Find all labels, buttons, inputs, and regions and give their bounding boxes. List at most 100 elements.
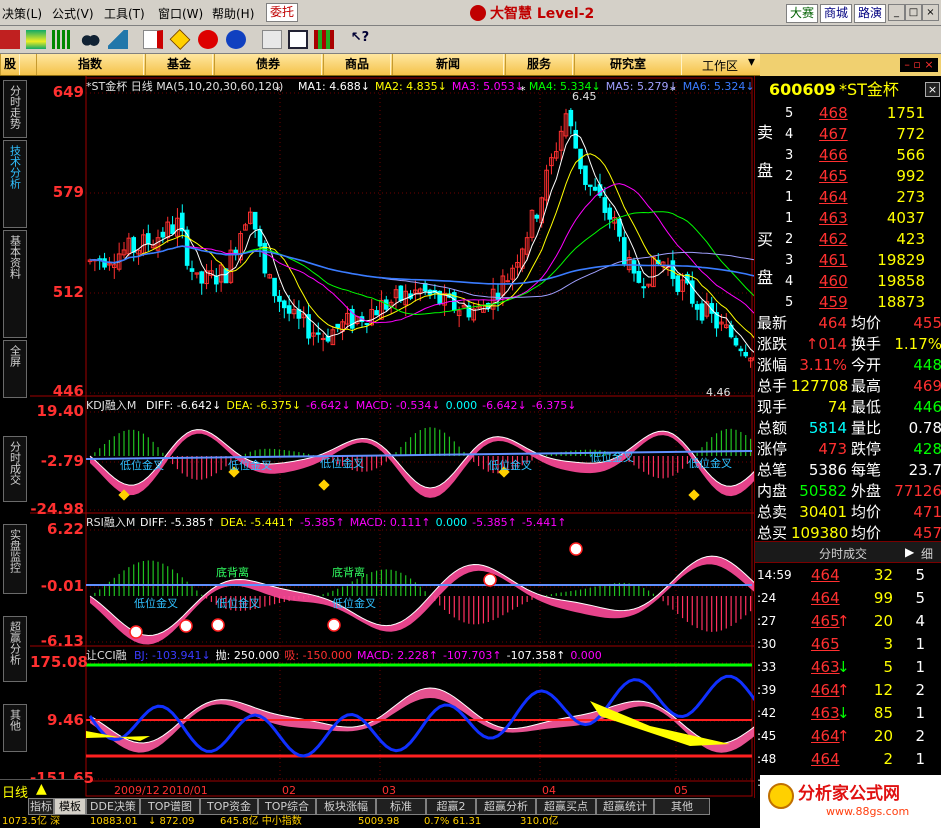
ma-line [89, 133, 754, 353]
bottom-tab[interactable]: 超赢分析 [476, 798, 536, 815]
trade-button[interactable]: 委托 [266, 3, 298, 22]
stock-red-icon[interactable] [198, 30, 218, 49]
tick-row: :24 464 99 5 [755, 588, 941, 609]
bottom-tab[interactable]: 超赢统计 [596, 798, 654, 815]
bottom-tab[interactable]: 超赢2 [426, 798, 476, 815]
signal-diamond [688, 489, 700, 501]
bottom-tab[interactable]: 模板 [54, 798, 86, 815]
quote-cell: 涨幅 [757, 356, 788, 374]
date-axis-tick: 04 [542, 784, 556, 797]
buy-level-row[interactable]: 5 459 18873 [755, 292, 941, 313]
chart-panel[interactable]: * * * *ST金杯 日线 MA(5,10,20,30,60,120) MA1: … [30, 76, 755, 798]
detail-button[interactable]: 细 [921, 545, 933, 562]
quote-cell: 464 [818, 314, 847, 332]
books-icon[interactable] [314, 30, 334, 49]
menu-help[interactable]: 帮助(H) [212, 5, 254, 22]
tab-fundamentals[interactable]: 基本资料 [3, 230, 27, 338]
legend-item: BJ: -103.941↓ [134, 649, 211, 662]
nav-commodity[interactable]: 商品 [323, 54, 391, 75]
maximize-icon[interactable]: □ [905, 4, 922, 21]
menu-window[interactable]: 窗口(W) [158, 5, 203, 22]
sell-level-row[interactable]: 3 466 566 [755, 145, 941, 166]
back-icon[interactable] [0, 30, 20, 49]
nav-service[interactable]: 服务 [505, 54, 573, 75]
panel-controls[interactable]: – ▫ × [900, 58, 938, 72]
ticks-header-label[interactable]: 分时成交 [819, 545, 867, 562]
tab-technical[interactable]: 技术分析 [3, 140, 27, 228]
workarea-label[interactable]: 工作区 [702, 57, 738, 74]
notice-icon[interactable] [143, 30, 163, 49]
tab-monitor[interactable]: 实盘监控 [3, 524, 27, 594]
nav-stock[interactable]: 股 [0, 54, 20, 75]
chevron-down-icon[interactable]: ▾ [748, 54, 755, 70]
stock-blue-icon[interactable] [226, 30, 246, 49]
sell-level-row[interactable]: 2 465 992 [755, 166, 941, 187]
mall-button[interactable]: 商城 [820, 4, 852, 23]
nav-bond[interactable]: 债券 [214, 54, 322, 75]
candle-body [617, 218, 622, 237]
minimize-icon[interactable]: _ [888, 4, 905, 21]
bottom-tab[interactable]: 标准 [376, 798, 426, 815]
bottom-tab[interactable]: 板块涨幅 [316, 798, 376, 815]
tab-analysis[interactable]: 超赢分析 [3, 616, 27, 682]
buy-level-row[interactable]: 4 460 19858 [755, 271, 941, 292]
quote-cell: 4037 [886, 209, 925, 227]
tab-monitor-label: 实盘监控 [8, 529, 22, 573]
indicator-ribbon [90, 429, 754, 498]
quote-cell: 换手 [851, 335, 882, 353]
nav-research[interactable]: 研究室 [574, 54, 682, 75]
candle-body [592, 186, 598, 191]
bottom-tab[interactable]: 超赢买点 [536, 798, 596, 815]
play-icon[interactable]: ▶ [905, 545, 914, 559]
sell-level-row[interactable]: 5 468 1751 [755, 103, 941, 124]
quote-cell: 14:59 [757, 568, 792, 582]
help-arrow-icon[interactable]: ↖? [350, 30, 370, 49]
bars-icon[interactable] [52, 30, 72, 49]
diamond-icon[interactable] [169, 29, 191, 50]
speaker-icon[interactable] [108, 30, 128, 49]
bottom-tab[interactable]: TOP谱图 [140, 798, 200, 815]
bottom-tab[interactable]: 指标 [28, 798, 54, 815]
tab-other[interactable]: 其他 [3, 704, 27, 752]
clipboard-icon[interactable] [262, 30, 282, 49]
buy-level-row[interactable]: 1 463 4037 [755, 208, 941, 229]
buy-level-row[interactable]: 2 462 423 [755, 229, 941, 250]
left-tabs: 分时走势 技术分析 基本资料 全屏 分时成交 实盘监控 超赢分析 其他 [0, 76, 30, 798]
quote-cell: 跌停 [851, 440, 882, 458]
buy-level-row[interactable]: 3 461 19829 [755, 250, 941, 271]
menu-decision[interactable]: 决策(L) [2, 5, 42, 22]
nav-index[interactable]: 指数 [36, 54, 144, 75]
bottom-tab[interactable]: TOP资金 [200, 798, 258, 815]
close-icon[interactable]: × [922, 4, 939, 21]
bottom-tab[interactable]: DDE决策 [86, 798, 140, 815]
sell-level-row[interactable]: 1 464 273 [755, 187, 941, 208]
tab-ticks[interactable]: 分时成交 [3, 436, 27, 502]
roadshow-button[interactable]: 路演 [854, 4, 886, 23]
triangle-icon[interactable]: ▲ [36, 781, 47, 797]
window-icon[interactable] [288, 30, 308, 49]
quote-cell: 464 [811, 727, 840, 745]
chart-canvas[interactable]: * * * [30, 76, 754, 798]
period-tab[interactable]: 日线 ▲ [0, 779, 84, 801]
sell-level-row[interactable]: 4 467 772 [755, 124, 941, 145]
quote-cell: 85 [873, 704, 893, 722]
binocular-icon[interactable] [80, 30, 100, 49]
contest-button[interactable]: 大赛 [786, 4, 818, 23]
quote-cell: 1 [915, 750, 925, 768]
tab-fullscreen[interactable]: 全屏 [3, 340, 27, 398]
candle-body [213, 275, 219, 285]
close-panel-icon[interactable]: × [925, 82, 940, 97]
stat-row: 涨跌 ↑014 换手 1.17% [755, 334, 941, 355]
bottom-tab[interactable]: TOP综合 [258, 798, 316, 815]
menu-tools[interactable]: 工具(T) [104, 5, 145, 22]
bottom-tab[interactable]: 其他 [654, 798, 710, 815]
cci-legend: BJ: -103.941↓ 抛: 250.000 吸: -150.000 MACD: … [134, 649, 607, 662]
quote-cell: 464 [819, 188, 848, 206]
nav-fund[interactable]: 基金 [145, 54, 213, 75]
legend-item: DEA: -6.375↓ [226, 399, 302, 412]
menu-formula[interactable]: 公式(V) [52, 5, 94, 22]
nav-news[interactable]: 新闻 [392, 54, 504, 75]
quote-cell: 内盘 [757, 482, 788, 500]
flag-icon[interactable] [26, 30, 46, 49]
tab-intraday[interactable]: 分时走势 [3, 80, 27, 138]
